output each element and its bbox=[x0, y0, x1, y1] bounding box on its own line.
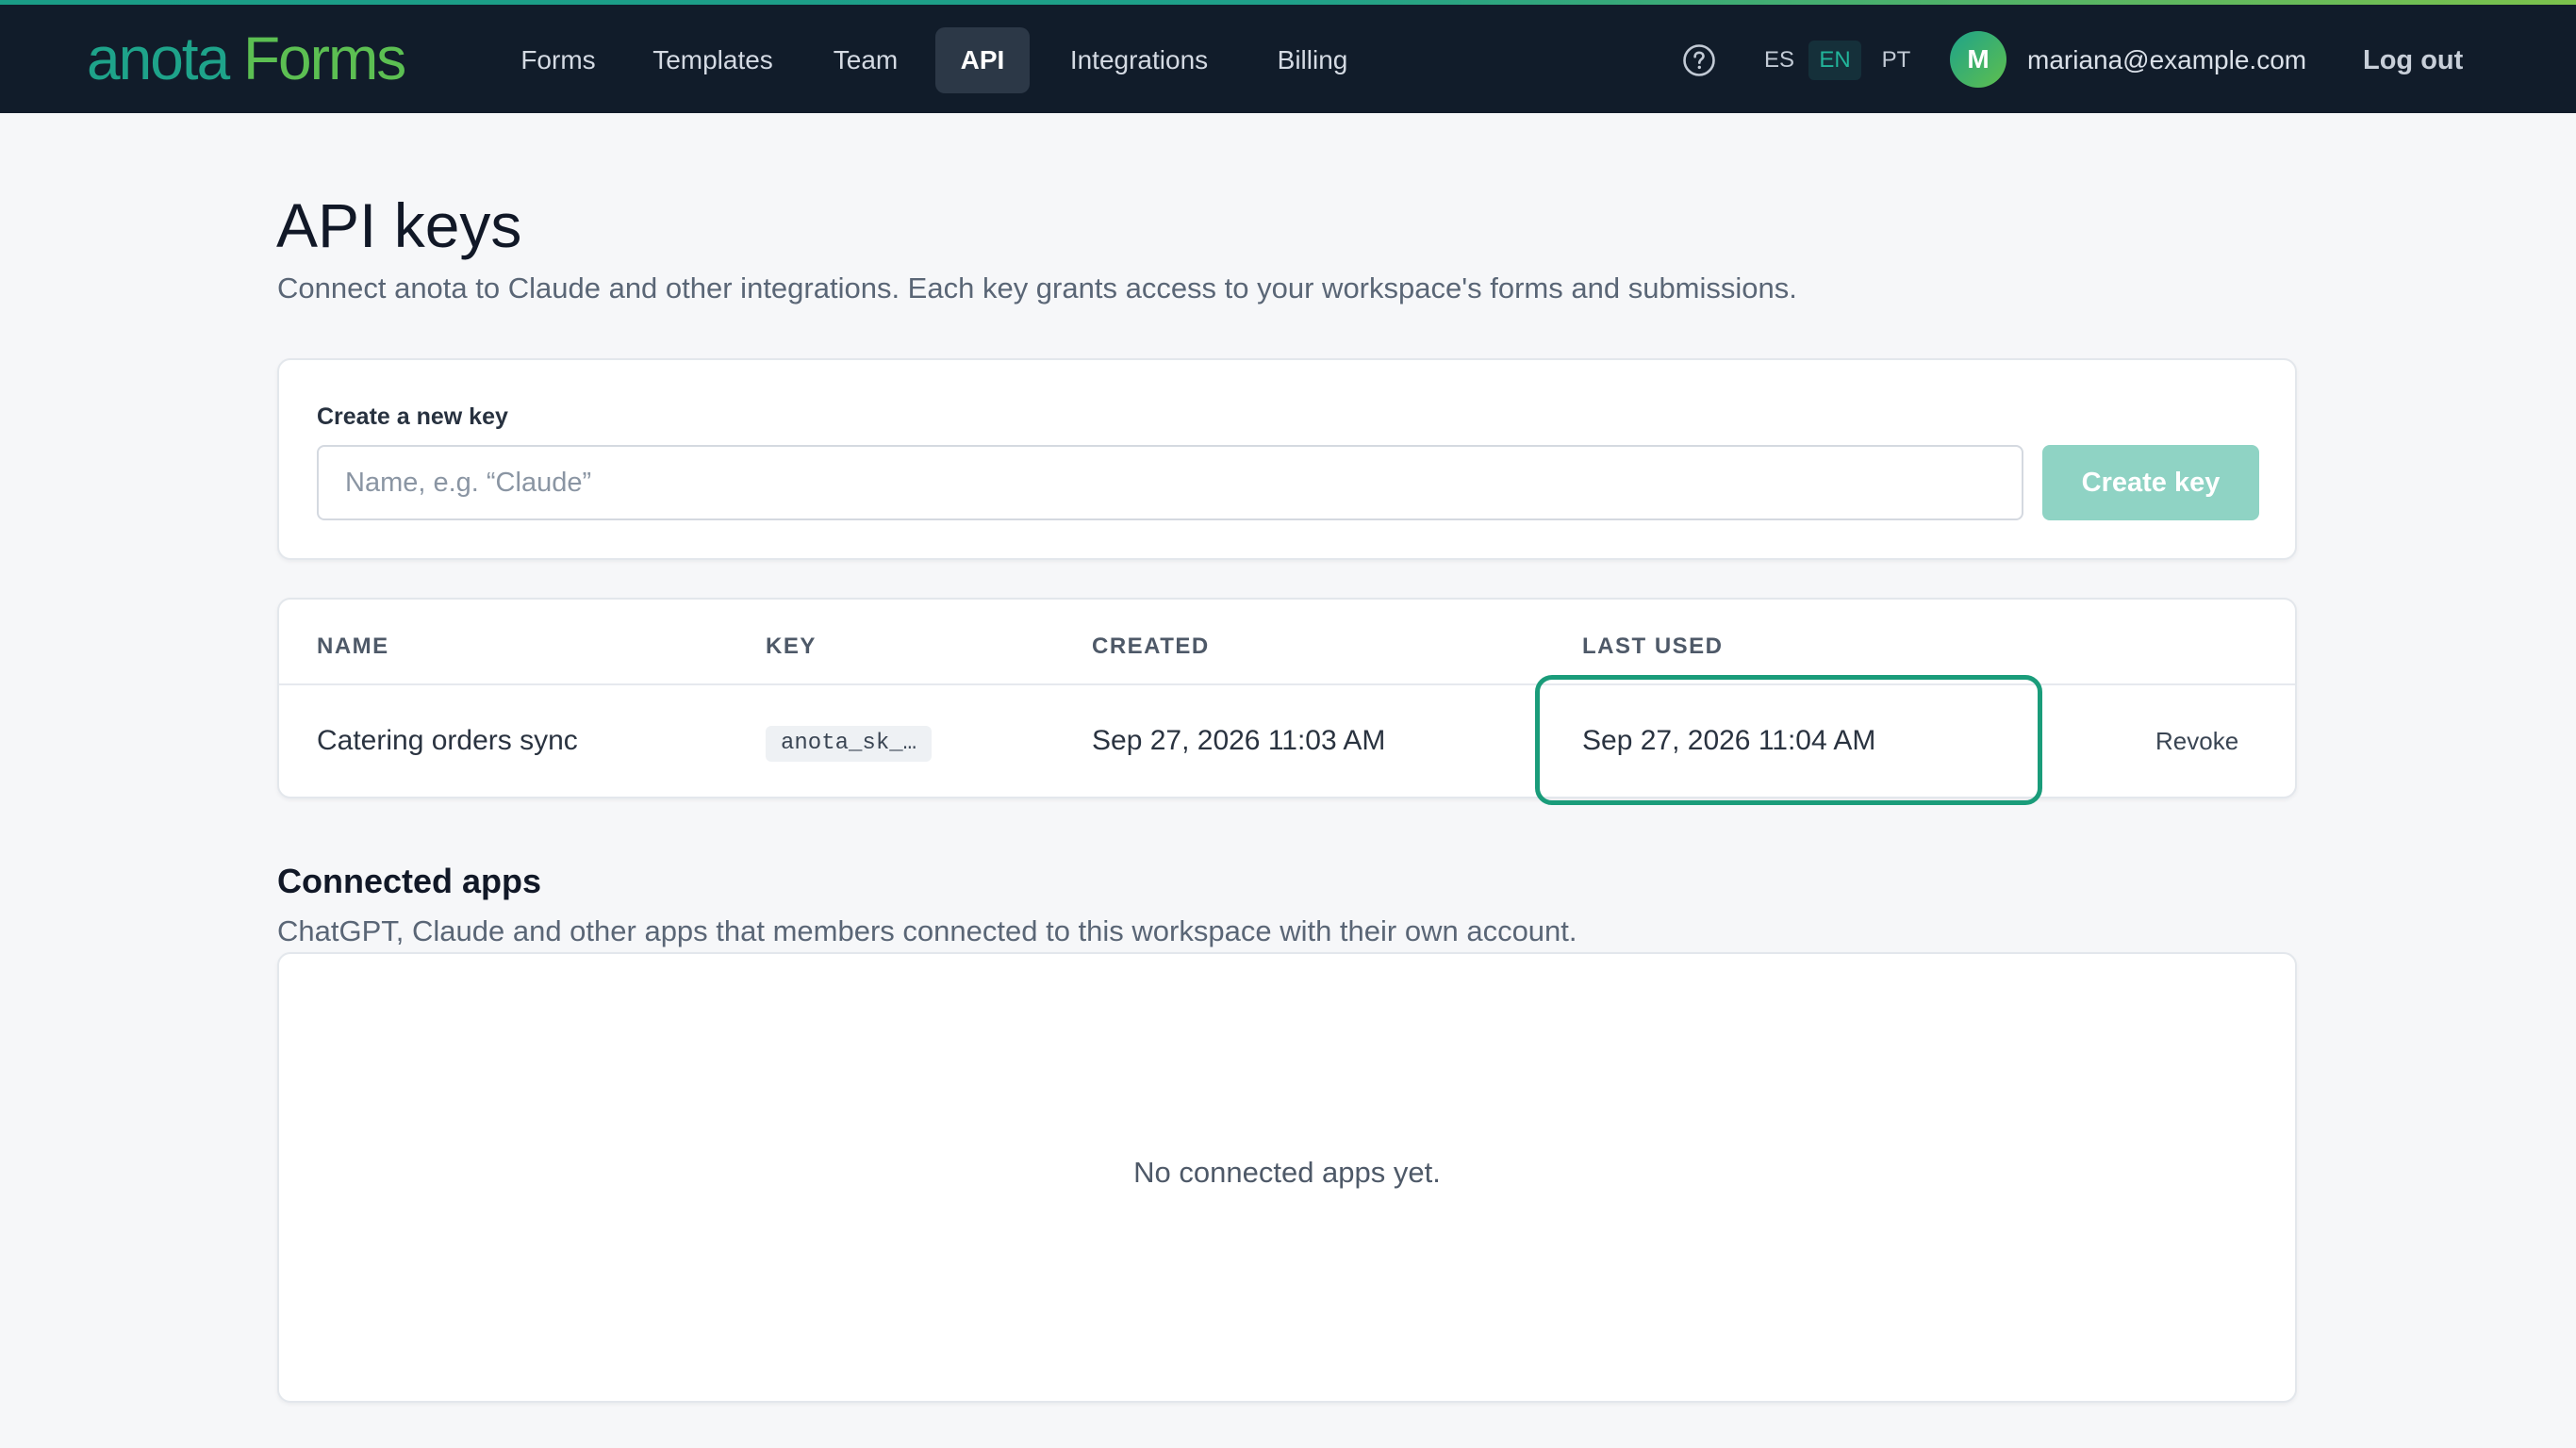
connected-apps-title: Connected apps bbox=[277, 862, 542, 900]
logo-text-forms: Forms bbox=[242, 25, 406, 92]
app-logo[interactable]: anota Forms bbox=[87, 25, 406, 92]
column-header-created: CREATED bbox=[1092, 634, 1210, 659]
revoke-button[interactable]: Revoke bbox=[2155, 722, 2238, 760]
logout-link[interactable]: Log out bbox=[2363, 39, 2463, 82]
language-en[interactable]: EN bbox=[1808, 41, 1861, 80]
connected-apps-subtitle: ChatGPT, Claude and other apps that memb… bbox=[277, 914, 1577, 947]
page-title: API keys bbox=[276, 190, 522, 260]
page-subtitle: Connect anota to Claude and other integr… bbox=[277, 272, 1797, 304]
connected-apps-card: No connected apps yet. bbox=[277, 952, 2297, 1403]
column-header-name: NAME bbox=[317, 634, 389, 659]
create-key-card: Create a new key Create key bbox=[277, 358, 2297, 560]
nav-item-api[interactable]: API bbox=[935, 27, 1030, 93]
user-email[interactable]: mariana@example.com bbox=[2027, 41, 2306, 80]
key-prefix-chip: anota_sk_… bbox=[766, 726, 933, 762]
language-pt[interactable]: PT bbox=[1873, 41, 1920, 80]
column-header-key: KEY bbox=[766, 634, 817, 659]
last-used-highlight bbox=[1535, 675, 2042, 805]
create-key-label: Create a new key bbox=[317, 403, 508, 430]
nav-item-forms[interactable]: Forms bbox=[500, 27, 617, 93]
nav-item-billing[interactable]: Billing bbox=[1254, 27, 1371, 93]
column-header-last-used: LAST USED bbox=[1582, 634, 1724, 659]
language-es[interactable]: ES bbox=[1756, 41, 1803, 80]
key-name-cell: Catering orders sync bbox=[317, 725, 578, 756]
created-date-cell: Sep 27, 2026 11:03 AM bbox=[1092, 725, 1386, 756]
logo-text-anota: anota bbox=[87, 25, 230, 92]
question-circle-icon[interactable] bbox=[1682, 43, 1716, 77]
nav-item-integrations[interactable]: Integrations bbox=[1052, 27, 1226, 93]
nav-item-team[interactable]: Team bbox=[811, 27, 920, 93]
top-navbar: anota Forms Forms Templates Team API Int… bbox=[0, 5, 2576, 113]
create-key-button[interactable]: Create key bbox=[2042, 445, 2259, 520]
key-name-input[interactable] bbox=[317, 445, 2023, 520]
avatar[interactable]: M bbox=[1950, 31, 2006, 88]
empty-state-message: No connected apps yet. bbox=[1133, 1156, 1441, 1189]
nav-item-templates[interactable]: Templates bbox=[641, 27, 784, 93]
